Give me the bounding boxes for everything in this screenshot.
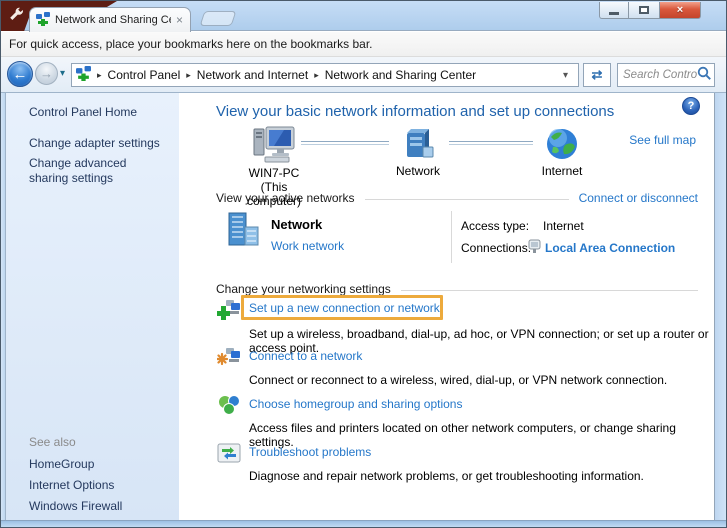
- back-button[interactable]: ←: [7, 61, 33, 87]
- minimize-button[interactable]: [599, 2, 629, 19]
- choose-homegroup-link[interactable]: Choose homegroup and sharing options: [249, 397, 462, 411]
- search-box: [617, 63, 715, 87]
- search-input[interactable]: [623, 69, 697, 81]
- network-node-label: Network: [384, 164, 452, 178]
- computer-name: WIN7-PC: [235, 166, 313, 180]
- back-arrow-icon: ←: [13, 66, 28, 83]
- section-rule: [401, 290, 698, 291]
- connect-network-icon: [217, 345, 241, 369]
- window-controls: ×: [599, 2, 701, 19]
- breadcrumb-network-sharing-center[interactable]: Network and Sharing Center: [325, 68, 476, 82]
- breadcrumb-control-panel[interactable]: Control Panel: [108, 68, 181, 82]
- browser-window: Network and Sharing Cent × × For quick a…: [0, 0, 727, 528]
- sidebar-item-control-panel-home[interactable]: Control Panel Home: [29, 105, 169, 120]
- homegroup-icon: [217, 393, 241, 417]
- bookmarks-bar[interactable]: For quick access, place your bookmarks h…: [1, 32, 727, 57]
- sidebar-item-windows-firewall[interactable]: Windows Firewall: [29, 499, 169, 514]
- internet-globe-icon: [545, 127, 579, 161]
- help-icon: ?: [688, 100, 695, 112]
- sidebar-see-also-header: See also: [29, 435, 169, 450]
- connect-to-network-link[interactable]: Connect to a network: [249, 349, 362, 363]
- network-icon: [401, 127, 435, 161]
- navigation-bar: ← → ▾ ▸ Control Panel ▸ Network and Inte…: [1, 57, 727, 93]
- browser-tab[interactable]: Network and Sharing Cent ×: [29, 7, 191, 32]
- active-network-name: Network: [271, 217, 322, 232]
- settings-header: Change your networking settings: [216, 282, 401, 296]
- active-network-icon: [223, 211, 265, 256]
- maximize-icon: [639, 6, 649, 14]
- map-node-network[interactable]: Network: [384, 127, 452, 178]
- buildings-icon: [223, 211, 265, 253]
- tab-strip: Network and Sharing Cent × ×: [1, 1, 727, 31]
- connect-to-network-description: Connect or reconnect to a wireless, wire…: [249, 373, 667, 387]
- lan-connection-icon: [528, 239, 541, 257]
- sidebar-item-homegroup[interactable]: HomeGroup: [29, 457, 169, 472]
- new-tab-button[interactable]: [200, 11, 237, 26]
- breadcrumb-network-and-internet[interactable]: Network and Internet: [197, 68, 308, 82]
- window-frame-right: [714, 93, 727, 520]
- connections-label: Connections:: [461, 241, 531, 255]
- tab-network-icon: [36, 12, 50, 29]
- breadcrumb[interactable]: ▸ Control Panel ▸ Network and Internet ▸…: [71, 63, 579, 87]
- maximize-button[interactable]: [629, 2, 659, 19]
- breadcrumb-network-icon: [76, 66, 91, 84]
- access-type-value: Internet: [543, 219, 584, 233]
- setup-new-connection-link[interactable]: Set up a new connection or network: [249, 301, 440, 315]
- sidebar: Control Panel Home Change adapter settin…: [6, 93, 179, 520]
- crumb-separator-icon: ▸: [97, 70, 102, 81]
- computer-icon: [252, 125, 296, 163]
- sidebar-item-internet-options[interactable]: Internet Options: [29, 478, 169, 493]
- see-full-map-link[interactable]: See full map: [629, 133, 696, 147]
- close-button[interactable]: ×: [659, 2, 701, 19]
- active-network-divider: [451, 211, 452, 263]
- troubleshoot-problems-link[interactable]: Troubleshoot problems: [249, 445, 371, 459]
- connect-or-disconnect-link[interactable]: Connect or disconnect: [569, 191, 698, 205]
- wrench-icon[interactable]: [9, 7, 25, 23]
- refresh-button[interactable]: ⇄: [583, 63, 611, 87]
- crumb-separator-icon: ▸: [314, 70, 319, 81]
- bookmarks-hint-text: For quick access, place your bookmarks h…: [9, 37, 373, 51]
- forward-button[interactable]: →: [35, 62, 58, 85]
- tab-close-icon[interactable]: ×: [176, 15, 183, 25]
- address-dropdown-icon[interactable]: ▾: [563, 70, 568, 81]
- minimize-icon: [609, 12, 619, 15]
- search-icon[interactable]: [697, 66, 712, 84]
- map-node-internet[interactable]: Internet: [529, 127, 595, 178]
- access-type-label: Access type:: [461, 219, 529, 233]
- forward-arrow-icon: →: [40, 66, 53, 81]
- sidebar-item-change-adapter-settings[interactable]: Change adapter settings: [29, 136, 169, 151]
- map-connector: [449, 141, 533, 145]
- window-frame-bottom: [1, 520, 727, 528]
- sidebar-item-change-advanced-sharing[interactable]: Change advanced sharing settings: [29, 156, 161, 186]
- work-network-link[interactable]: Work network: [271, 239, 344, 253]
- local-area-connection-link[interactable]: Local Area Connection: [545, 241, 675, 255]
- history-dropdown-icon[interactable]: ▾: [60, 68, 65, 79]
- page-title: View your basic network information and …: [216, 103, 614, 120]
- internet-node-label: Internet: [529, 164, 595, 178]
- active-networks-header-row: View your active networks Connect or dis…: [216, 191, 698, 205]
- map-connector: [301, 141, 389, 145]
- help-button[interactable]: ?: [682, 97, 700, 115]
- close-icon: ×: [677, 4, 683, 16]
- settings-header-row: Change your networking settings: [216, 282, 698, 296]
- refresh-icon: ⇄: [592, 67, 603, 83]
- crumb-separator-icon: ▸: [186, 70, 191, 81]
- troubleshoot-problems-description: Diagnose and repair network problems, or…: [249, 469, 644, 483]
- active-networks-header: View your active networks: [216, 191, 365, 205]
- main-content: ? View your basic network information an…: [179, 93, 714, 520]
- section-rule: [365, 199, 569, 200]
- tab-title: Network and Sharing Cent: [55, 14, 171, 26]
- troubleshoot-icon: [217, 441, 241, 465]
- setup-connection-icon: [217, 299, 241, 323]
